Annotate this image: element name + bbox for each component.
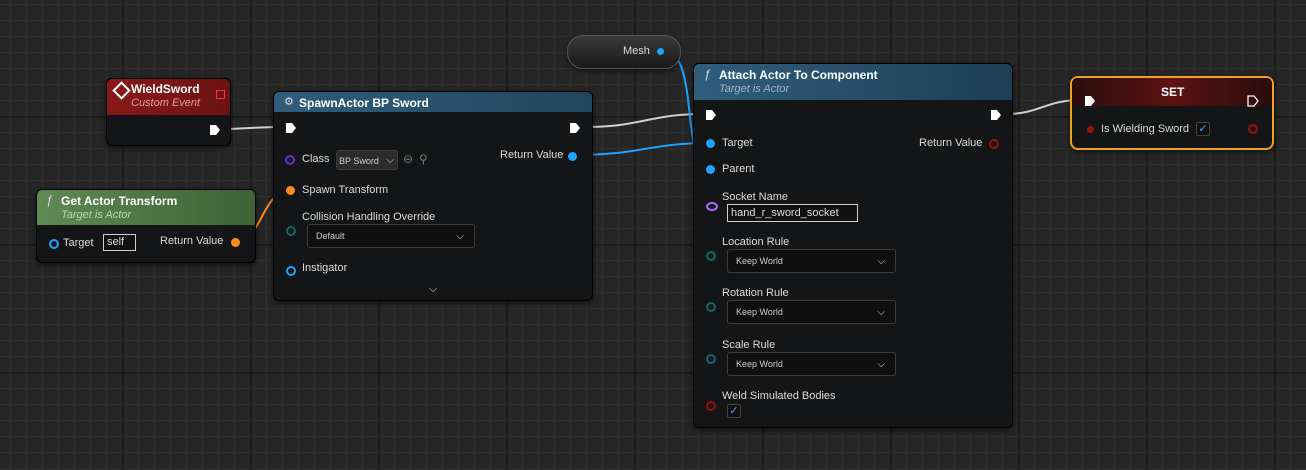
weld-pin[interactable] xyxy=(706,401,716,411)
transform-output-pin[interactable] xyxy=(231,238,240,247)
spawn-transform-pin[interactable] xyxy=(286,186,295,195)
function-icon: ƒ xyxy=(46,193,53,207)
get-actor-transform-node[interactable]: ƒ Get Actor Transform Target is Actor Ta… xyxy=(36,189,256,263)
spawn-transform-label: Spawn Transform xyxy=(302,184,389,196)
socket-name-field[interactable]: hand_r_sword_socket xyxy=(727,204,858,222)
attach-actor-title: Attach Actor To Component xyxy=(719,68,878,82)
event-diamond-icon xyxy=(112,81,131,100)
event-title: WieldSword xyxy=(131,82,200,96)
attach-actor-subtitle: Target is Actor xyxy=(719,83,790,95)
chevron-down-icon: ⌵ xyxy=(386,155,394,166)
attach-actor-header: ƒ Attach Actor To Component Target is Ac… xyxy=(694,64,1012,100)
exec-in-pin[interactable] xyxy=(705,109,717,121)
return-value-label: Return Value xyxy=(160,235,224,247)
socket-name-label: Socket Name xyxy=(722,191,789,203)
attach-actor-node[interactable]: ƒ Attach Actor To Component Target is Ac… xyxy=(693,63,1013,428)
return-value-label: Return Value xyxy=(500,149,564,161)
is-wielding-checkbox[interactable]: ✓ xyxy=(1196,122,1210,136)
scale-rule-label: Scale Rule xyxy=(722,339,776,351)
get-actor-transform-title: Get Actor Transform xyxy=(61,194,178,208)
target-label: Target xyxy=(722,137,753,149)
set-node[interactable]: SET Is Wielding Sword ✓ xyxy=(1070,76,1274,150)
return-value-pin[interactable] xyxy=(568,152,577,161)
scale-rule-dropdown[interactable]: Keep World ⌵ xyxy=(727,352,896,376)
target-pin[interactable] xyxy=(706,139,715,148)
weld-label: Weld Simulated Bodies xyxy=(722,390,836,402)
class-dropdown[interactable]: BP Sword ⌵ xyxy=(336,150,398,170)
use-selected-icon[interactable]: ⊖ xyxy=(403,152,413,166)
class-pin[interactable] xyxy=(285,155,295,165)
exec-out-pin[interactable] xyxy=(209,124,221,136)
location-rule-label: Location Rule xyxy=(722,236,790,248)
set-title: SET xyxy=(1161,85,1185,99)
rotation-rule-label: Rotation Rule xyxy=(722,287,789,299)
target-pin[interactable] xyxy=(49,239,59,249)
rotation-rule-dropdown[interactable]: Keep World ⌵ xyxy=(727,300,896,324)
spawn-actor-node[interactable]: ⚙ SpawnActor BP Sword Class BP Sword ⌵ ⊖… xyxy=(273,91,593,301)
exec-in-pin[interactable] xyxy=(285,122,297,134)
object-wire-return-to-target xyxy=(574,142,711,156)
weld-checkbox[interactable]: ✓ xyxy=(727,404,741,418)
exec-out-pin[interactable] xyxy=(569,122,581,134)
location-rule-pin[interactable] xyxy=(706,251,716,261)
target-label: Target xyxy=(63,237,94,249)
expand-chevron-icon[interactable]: ⌵ xyxy=(429,283,437,296)
return-value-pin[interactable] xyxy=(989,139,999,149)
instigator-pin[interactable] xyxy=(286,266,296,276)
socket-name-pin[interactable] xyxy=(706,202,718,211)
location-rule-value: Keep World xyxy=(736,256,783,266)
mesh-output-pin[interactable] xyxy=(657,48,664,55)
chevron-down-icon: ⌵ xyxy=(877,307,885,318)
delegate-pin[interactable] xyxy=(216,90,225,99)
scale-rule-value: Keep World xyxy=(736,359,783,369)
mesh-label: Mesh xyxy=(623,45,650,57)
wield-sword-event-node[interactable]: WieldSword Custom Event xyxy=(106,78,231,146)
class-value: BP Sword xyxy=(339,156,379,166)
rotation-rule-pin[interactable] xyxy=(706,302,716,312)
parent-label: Parent xyxy=(722,163,755,175)
get-actor-transform-header: ƒ Get Actor Transform Target is Actor xyxy=(37,190,255,225)
exec-out-pin[interactable] xyxy=(1247,95,1259,107)
spawn-actor-header: ⚙ SpawnActor BP Sword xyxy=(274,92,592,112)
function-icon: ƒ xyxy=(704,67,711,81)
scale-rule-pin[interactable] xyxy=(706,354,716,364)
spawn-actor-title: SpawnActor BP Sword xyxy=(299,96,429,110)
collision-value: Default xyxy=(316,231,345,241)
is-wielding-input-pin[interactable] xyxy=(1087,126,1094,133)
chevron-down-icon: ⌵ xyxy=(456,231,464,242)
is-wielding-label: Is Wielding Sword xyxy=(1101,123,1190,135)
collision-dropdown[interactable]: Default ⌵ xyxy=(307,224,475,248)
spawn-icon: ⚙ xyxy=(284,96,294,108)
collision-pin[interactable] xyxy=(286,226,296,236)
event-subtitle: Custom Event xyxy=(131,97,201,109)
exec-out-pin[interactable] xyxy=(990,109,1002,121)
rotation-rule-value: Keep World xyxy=(736,307,783,317)
parent-pin[interactable] xyxy=(706,165,715,174)
set-header: SET xyxy=(1072,78,1272,106)
mesh-getter-node[interactable]: Mesh xyxy=(567,35,681,69)
chevron-down-icon: ⌵ xyxy=(877,256,885,267)
chevron-down-icon: ⌵ xyxy=(877,359,885,370)
get-actor-transform-subtitle: Target is Actor xyxy=(61,209,132,221)
location-rule-dropdown[interactable]: Keep World ⌵ xyxy=(727,249,896,273)
event-header: WieldSword Custom Event xyxy=(107,79,230,115)
exec-in-pin[interactable] xyxy=(1084,95,1096,107)
is-wielding-output-pin[interactable] xyxy=(1248,124,1258,134)
class-label: Class xyxy=(302,153,330,165)
exec-wire-spawn-to-attach xyxy=(585,113,705,128)
instigator-label: Instigator xyxy=(302,262,348,274)
return-value-label: Return Value xyxy=(919,137,983,149)
browse-search-icon[interactable]: ⚲ xyxy=(419,152,428,166)
target-self-field[interactable]: self xyxy=(103,234,136,251)
collision-label: Collision Handling Override xyxy=(302,211,436,223)
